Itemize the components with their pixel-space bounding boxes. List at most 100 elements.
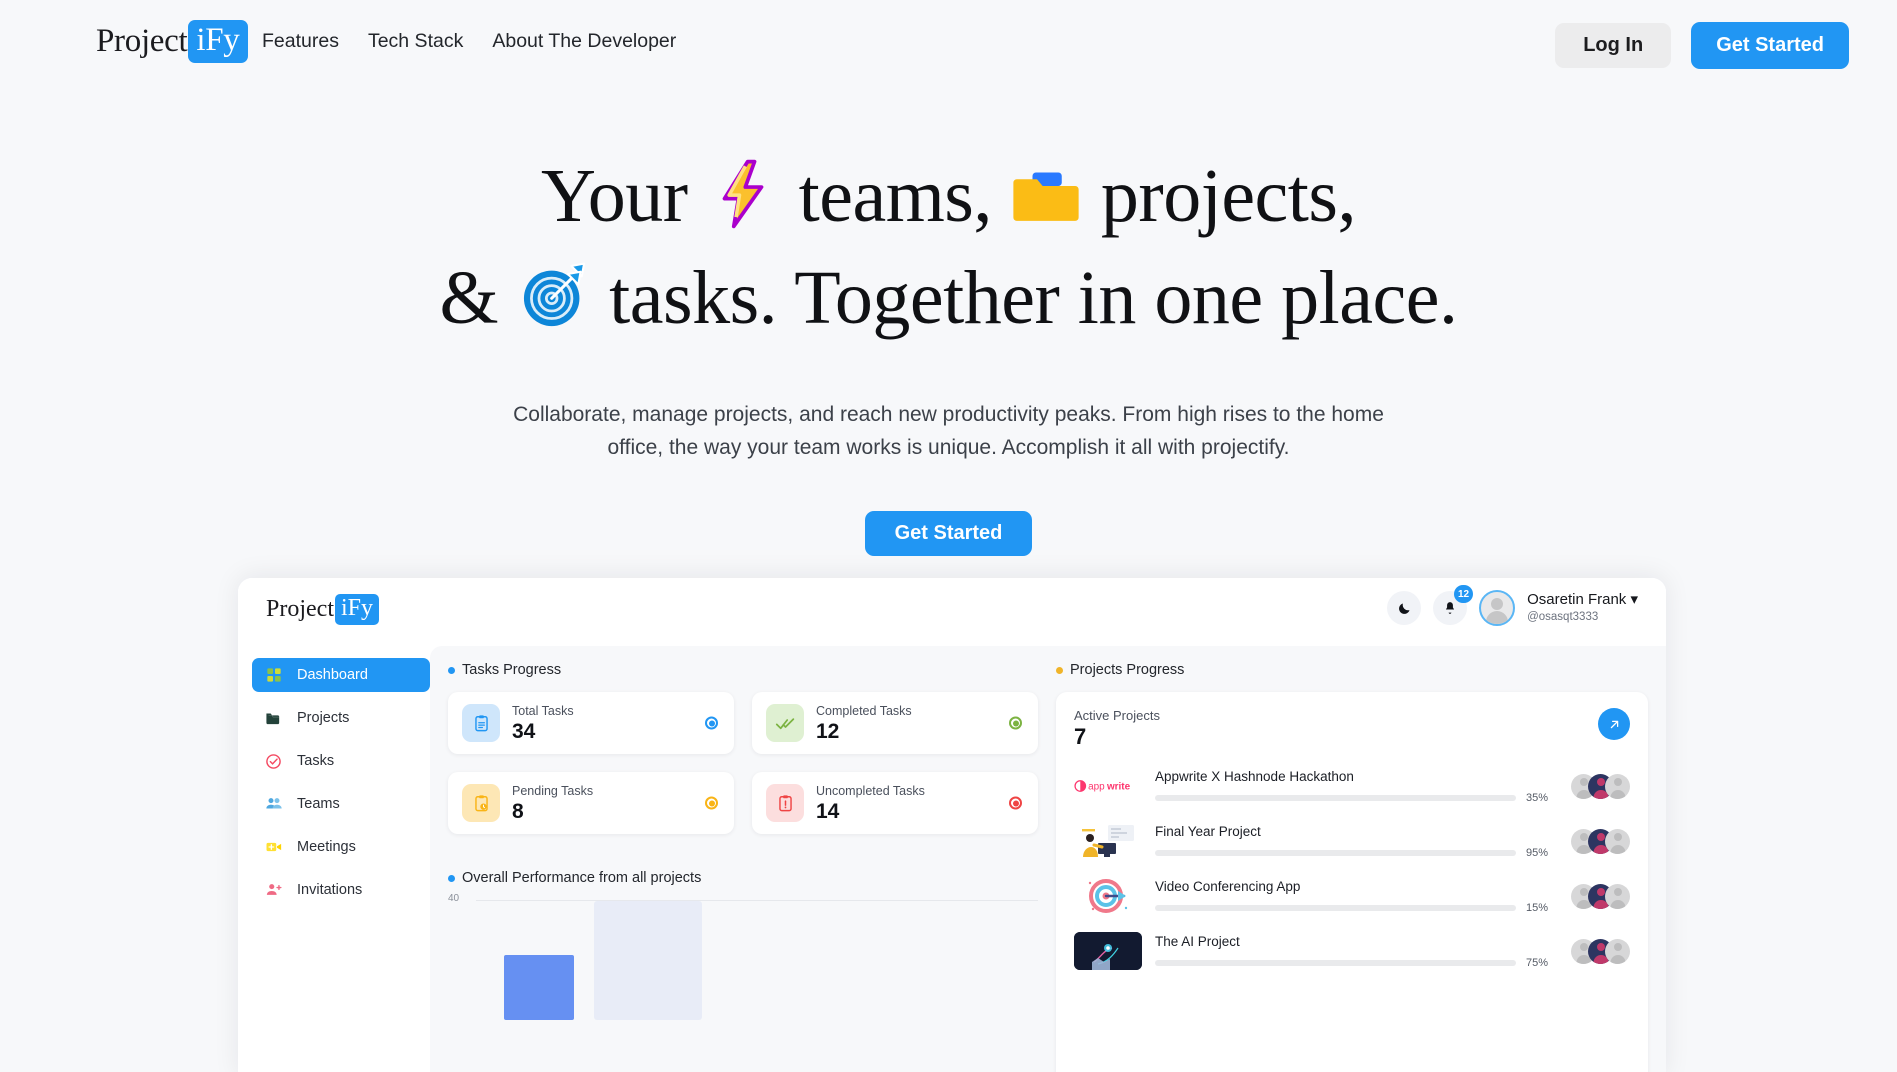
log-in-button[interactable]: Log In <box>1555 23 1672 68</box>
stat-label-uncompleted-tasks: Uncompleted Tasks <box>816 784 925 799</box>
project-progress-percent: 95% <box>1526 846 1549 859</box>
performance-label: Overall Performance from all projects <box>462 870 702 886</box>
avatar <box>1605 938 1630 964</box>
dashboard-logo-badge: iFy <box>334 594 379 625</box>
stat-card-uncompleted-tasks[interactable]: Uncompleted Tasks 14 <box>752 772 1038 834</box>
avatar <box>1605 773 1630 799</box>
project-progress-row: 75% <box>1155 957 1558 969</box>
sidebar-item-tasks[interactable]: Tasks <box>252 744 430 778</box>
stat-value-total-tasks: 34 <box>512 719 536 743</box>
dashboard-preview: Project iFy 12 Osaretin Frank ▾ @osasqt3… <box>238 578 1666 1072</box>
dart-target-icon <box>517 259 591 354</box>
dashboard-logo-word: Project <box>266 596 334 622</box>
headline-word-your: Your <box>541 154 688 238</box>
sidebar-item-projects[interactable]: Projects <box>252 701 430 735</box>
dashboard-main: Tasks Progress Total Tasks 34 Completed … <box>430 646 1666 1072</box>
avatar <box>1605 883 1630 909</box>
people-icon <box>264 795 283 814</box>
performance-section: Overall Performance from all projects 40 <box>448 870 1038 1020</box>
sidebar-item-teams[interactable]: Teams <box>252 787 430 821</box>
clipboard-clock-icon <box>462 784 500 822</box>
dashboard-logo[interactable]: Project iFy <box>266 594 379 625</box>
get-started-hero-button[interactable]: Get Started <box>864 511 1033 556</box>
top-navigation-bar: Project iFy Features Tech Stack About The… <box>0 0 1897 92</box>
svg-text:write: write <box>1106 782 1131 793</box>
user-name: Osaretin Frank ▾ <box>1527 591 1638 610</box>
person-add-icon <box>264 881 283 900</box>
nav-link-tech-stack[interactable]: Tech Stack <box>368 30 463 53</box>
active-projects-label: Active Projects <box>1074 708 1160 723</box>
dashboard-header: Project iFy 12 Osaretin Frank ▾ @osasqt3… <box>238 578 1666 646</box>
clipboard-icon <box>462 704 500 742</box>
stat-cards-grid: Total Tasks 34 Completed Tasks 12 Pendin… <box>448 692 1038 834</box>
user-info[interactable]: Osaretin Frank ▾ @osasqt3333 <box>1527 591 1638 624</box>
chart-bar-1[interactable] <box>504 954 574 1020</box>
stat-text-uncompleted-tasks: Uncompleted Tasks 14 <box>816 783 925 823</box>
project-progress-percent: 35% <box>1526 791 1549 804</box>
logo-word: Project <box>96 23 188 59</box>
appwrite-logo-icon: app write <box>1074 767 1142 805</box>
nav-link-about-the-developer[interactable]: About The Developer <box>492 30 676 53</box>
headline-word-teams: teams, <box>798 154 993 238</box>
project-member-avatars[interactable] <box>1571 773 1630 799</box>
project-progress-track <box>1155 794 1516 801</box>
chart-ytick-40: 40 <box>448 893 460 904</box>
projects-progress-dot <box>1056 666 1063 674</box>
performance-bar-chart[interactable]: 40 <box>448 893 1038 1020</box>
stat-card-completed-tasks[interactable]: Completed Tasks 12 <box>752 692 1038 754</box>
nav-link-features[interactable]: Features <box>262 30 339 53</box>
get-started-nav-button[interactable]: Get Started <box>1691 22 1849 69</box>
project-row[interactable]: Video Conferencing App 15% <box>1074 877 1630 915</box>
project-member-avatars[interactable] <box>1571 828 1630 854</box>
lightning-bolt-icon <box>706 157 780 252</box>
svg-text:app: app <box>1088 782 1105 793</box>
project-member-avatars[interactable] <box>1571 883 1630 909</box>
double-check-icon <box>766 704 804 742</box>
chevron-down-icon: ▾ <box>1630 591 1638 609</box>
site-logo[interactable]: Project iFy <box>96 20 248 63</box>
project-row[interactable]: Final Year Project 95% <box>1074 822 1630 860</box>
tasks-progress-title: Tasks Progress <box>448 662 1038 678</box>
sidebar-item-meetings[interactable]: Meetings <box>252 830 430 864</box>
sidebar-label-teams: Teams <box>297 796 340 812</box>
project-name: The AI Project <box>1155 933 1240 949</box>
stat-label-pending-tasks: Pending Tasks <box>512 784 594 799</box>
bell-icon[interactable]: 12 <box>1433 585 1474 625</box>
project-name: Video Conferencing App <box>1155 878 1301 894</box>
stat-value-completed-tasks: 12 <box>816 719 840 743</box>
sidebar-item-dashboard[interactable]: Dashboard <box>252 658 430 692</box>
sidebar-label-projects: Projects <box>297 710 350 726</box>
project-row[interactable]: app write Appwrite X Hashnode Hackathon … <box>1074 767 1630 805</box>
tasks-progress-label: Tasks Progress <box>462 662 562 678</box>
project-progress-percent: 75% <box>1526 956 1549 969</box>
sidebar-label-invitations: Invitations <box>297 882 363 898</box>
project-progress-percent: 15% <box>1526 901 1549 914</box>
sidebar-item-invitations[interactable]: Invitations <box>252 873 430 907</box>
project-info: Appwrite X Hashnode Hackathon 35% <box>1155 769 1558 804</box>
user-name-text: Osaretin Frank <box>1527 591 1627 609</box>
moon-icon[interactable] <box>1387 591 1422 625</box>
tasks-column: Tasks Progress Total Tasks 34 Completed … <box>448 662 1038 1072</box>
dashboard-body: Dashboard Projects Tasks Teams Meetings … <box>238 646 1666 1072</box>
active-projects-card: Active Projects 7 app write Appwrite X H… <box>1056 692 1648 1072</box>
sidebar-label-tasks: Tasks <box>297 753 335 769</box>
stat-value-uncompleted-tasks: 14 <box>816 799 840 823</box>
project-member-avatars[interactable] <box>1571 938 1630 964</box>
avatar[interactable] <box>1479 590 1516 626</box>
arrow-up-right-icon[interactable] <box>1598 708 1630 740</box>
projects-progress-label: Projects Progress <box>1070 662 1185 678</box>
dashboard-sidebar: Dashboard Projects Tasks Teams Meetings … <box>238 646 430 1072</box>
stat-card-pending-tasks[interactable]: Pending Tasks 8 <box>448 772 734 834</box>
headline-ampersand: & <box>439 256 499 340</box>
stat-card-total-tasks[interactable]: Total Tasks 34 <box>448 692 734 754</box>
projects-column: Projects Progress Active Projects 7 app … <box>1056 662 1648 1072</box>
target-illustration-icon <box>1074 877 1142 915</box>
project-row[interactable]: The AI Project 75% <box>1074 932 1630 970</box>
notification-badge: 12 <box>1453 585 1474 603</box>
status-indicator-pending-tasks <box>705 796 718 810</box>
desk-illustration-icon <box>1074 822 1142 860</box>
projects-progress-title: Projects Progress <box>1056 662 1648 678</box>
nav-actions: Log In Get Started <box>1555 22 1849 69</box>
project-info: Final Year Project 95% <box>1155 824 1558 859</box>
project-info: Video Conferencing App 15% <box>1155 879 1558 914</box>
